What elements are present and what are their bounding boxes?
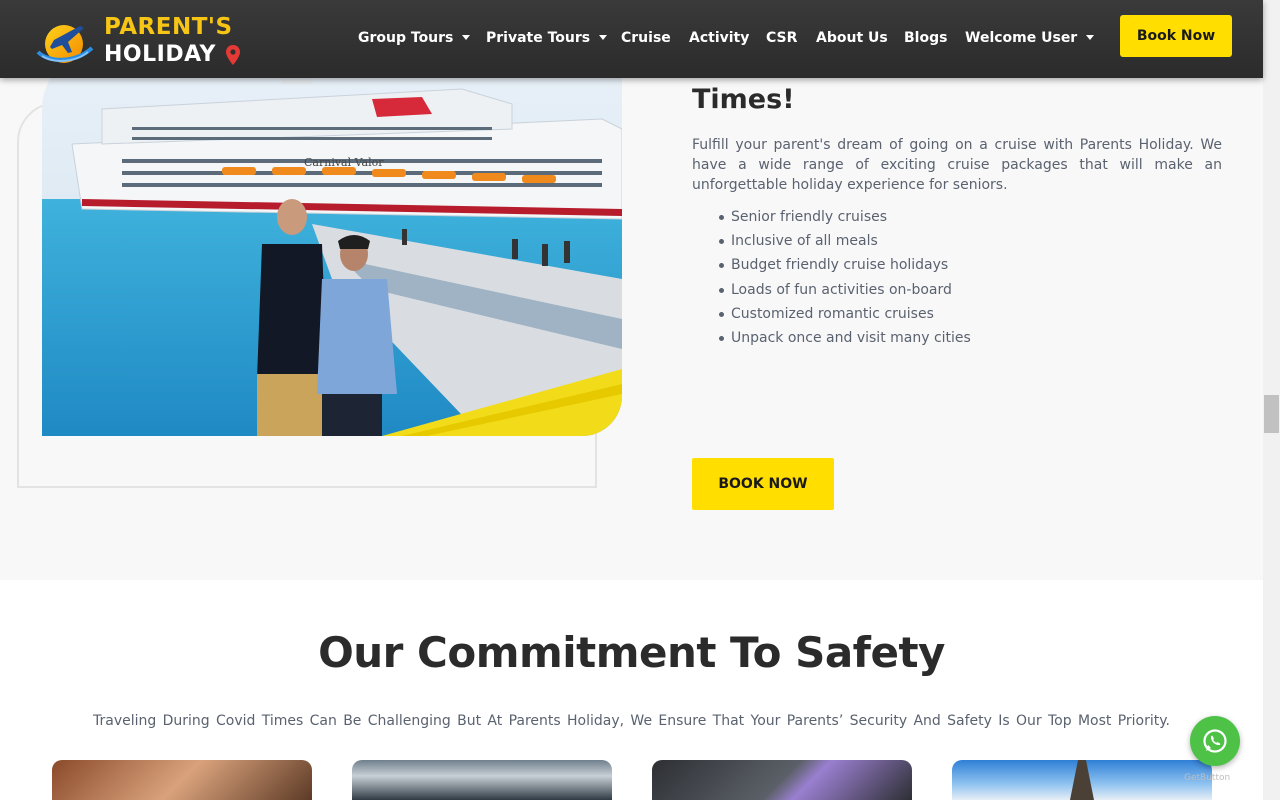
safety-heading: Our Commitment To Safety [318,628,945,677]
nav-label: CSR [766,30,798,46]
list-item: Senior friendly cruises [716,207,971,231]
nav-cruise[interactable]: Cruise [621,30,671,46]
list-item: Customized romantic cruises [716,304,971,328]
caret-down-icon [1086,34,1095,40]
nav-welcome-user[interactable]: Welcome User [965,30,1095,46]
nav-label: Group Tours [358,30,454,46]
ship-name-text: Carnival Valor [304,156,384,169]
safety-card-image-3[interactable] [652,760,912,800]
nav-label: Cruise [621,30,671,46]
nav-label: Activity [689,30,750,46]
safety-card-image-1[interactable] [52,760,312,800]
nav-about-us[interactable]: About Us [816,30,888,46]
getbutton-credit[interactable]: GetButton [1184,773,1230,783]
nav-label: Blogs [904,30,948,46]
main-nav: Group Tours Private Tours Cruise Activit… [0,30,1263,50]
cruise-description: Fulfill your parent's dream of going on … [692,137,1222,193]
caret-down-icon [462,34,471,40]
whatsapp-icon [1203,729,1227,753]
list-item: Unpack once and visit many cities [716,328,971,352]
header-book-now-button[interactable]: Book Now [1120,15,1232,57]
safety-card-image-4[interactable] [952,760,1212,800]
cruise-features-list: Senior friendly cruises Inclusive of all… [716,207,971,352]
nav-activity[interactable]: Activity [689,30,749,46]
nav-csr[interactable]: CSR [766,30,797,46]
eiffel-tower-image [1070,760,1094,800]
safety-card-image-2[interactable] [352,760,612,800]
nav-group-tours[interactable]: Group Tours [358,30,471,46]
site-header: PARENT'S HOLIDAY Group Tours Private Tou… [0,0,1263,78]
nav-label: About Us [816,30,888,46]
cruise-ship-image: Carnival Valor [42,49,622,436]
list-item: Loads of fun activities on-board [716,280,971,304]
nav-label: Private Tours [486,30,591,46]
cruise-photo: Carnival Valor [42,49,622,436]
caret-down-icon [599,34,608,40]
scrollbar-thumb[interactable] [1264,395,1279,433]
cruise-book-now-button[interactable]: BOOK NOW [692,458,834,510]
safety-description: Traveling During Covid Times Can Be Chal… [93,713,1170,729]
list-item: Budget friendly cruise holidays [716,255,971,279]
nav-blogs[interactable]: Blogs [904,30,947,46]
list-item: Inclusive of all meals [716,231,971,255]
nav-private-tours[interactable]: Private Tours [486,30,608,46]
whatsapp-chat-button[interactable] [1190,716,1240,766]
page-scrollbar[interactable] [1263,0,1280,800]
nav-label: Welcome User [965,30,1078,46]
